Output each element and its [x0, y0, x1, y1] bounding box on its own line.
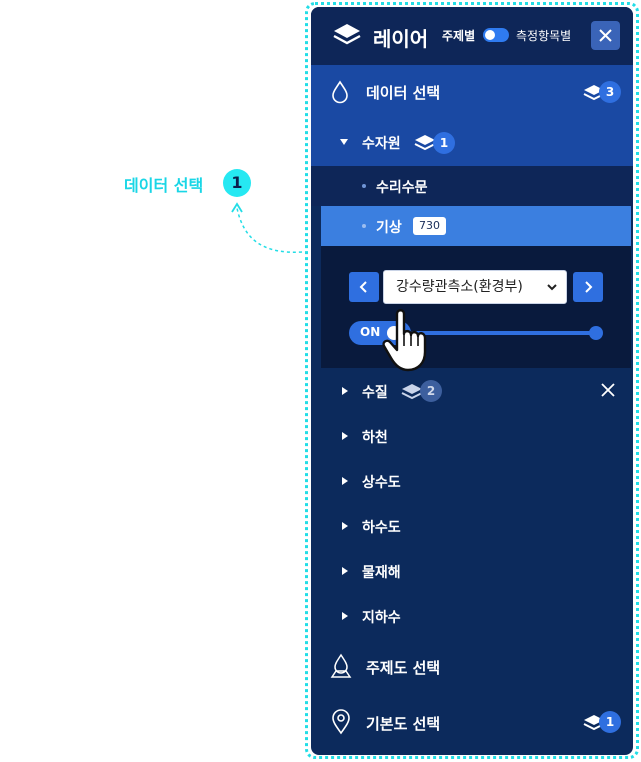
category-label: 하수도 [362, 520, 401, 536]
chevron-left-icon [359, 281, 367, 293]
sub-item-weather[interactable]: 기상 730 [321, 206, 631, 246]
category-label: 물재해 [362, 565, 401, 581]
layer-panel: 레이어 주제별 측정항목별 데이터 선택 3 수자원 1 수리수문 기상 730… [311, 7, 633, 755]
close-button[interactable] [591, 21, 620, 50]
callout-label: 데이터 선택 [124, 176, 204, 195]
category-label: 하천 [362, 430, 388, 446]
sub-item-hydrology[interactable]: 수리수문 [311, 166, 633, 206]
layers-logo-icon [333, 24, 361, 45]
section-base-select-label: 기본도 선택 [366, 715, 441, 733]
opacity-slider-handle[interactable] [589, 326, 603, 340]
mode-by-item-label[interactable]: 측정항목별 [516, 27, 571, 44]
category-sewerage[interactable]: 하수도 [311, 503, 633, 548]
section-data-select[interactable]: 데이터 선택 3 [311, 65, 633, 119]
mode-by-theme-label[interactable]: 주제별 [442, 27, 475, 44]
theme-map-icon [330, 653, 352, 678]
bullet-dot [362, 184, 366, 188]
mode-toggle[interactable] [483, 28, 509, 42]
category-label: 지하수 [362, 610, 401, 626]
section-theme-select-label: 주제도 선택 [366, 659, 441, 677]
panel-header: 레이어 주제별 측정항목별 [311, 7, 633, 65]
category-water[interactable]: 수자원 1 [311, 119, 633, 166]
chevron-right-icon [585, 281, 593, 293]
category-label: 수질 [362, 385, 388, 401]
category-water-disaster[interactable]: 물재해 [311, 548, 633, 593]
caret-right-icon [342, 387, 348, 395]
next-button[interactable] [573, 272, 603, 302]
caret-right-icon [342, 477, 348, 485]
data-select-count-badge: 3 [599, 81, 621, 103]
water-drop-icon [332, 80, 348, 104]
panel-title: 레이어 [373, 27, 429, 51]
section-theme-select[interactable]: 주제도 선택 [311, 638, 633, 693]
water-count-badge: 1 [433, 132, 455, 154]
on-toggle-label: ON [360, 325, 381, 339]
sub-item-label: 기상 [376, 220, 402, 236]
caret-right-icon [342, 567, 348, 575]
location-pin-icon [332, 709, 350, 735]
caret-right-icon [342, 612, 348, 620]
section-base-select[interactable]: 기본도 선택 1 [311, 693, 633, 751]
station-select-value: 강수량관측소(환경부) [396, 279, 523, 295]
category-river[interactable]: 하천 [311, 413, 633, 458]
callout-arrow-icon [231, 202, 303, 253]
base-select-count-badge: 1 [599, 711, 621, 733]
category-water-supply[interactable]: 상수도 [311, 458, 633, 503]
section-data-select-label: 데이터 선택 [366, 84, 441, 102]
chevron-down-icon [547, 284, 557, 291]
station-select[interactable]: 강수량관측소(환경부) [383, 270, 567, 304]
caret-right-icon [342, 432, 348, 440]
category-water-label: 수자원 [362, 136, 401, 152]
callout-number-badge: 1 [223, 169, 251, 197]
category-groundwater[interactable]: 지하수 [311, 593, 633, 638]
caret-down-icon [340, 139, 348, 145]
bullet-dot [362, 224, 366, 228]
water-quality-count-badge: 2 [420, 380, 442, 402]
caret-right-icon [342, 522, 348, 530]
close-icon [599, 29, 612, 42]
category-water-quality[interactable]: 수질 2 [311, 368, 633, 413]
weather-count-tag: 730 [413, 217, 446, 235]
close-icon[interactable] [600, 382, 616, 398]
weather-detail-panel: 강수량관측소(환경부) ON [321, 246, 631, 372]
sub-item-label: 수리수문 [376, 180, 428, 196]
prev-button[interactable] [349, 272, 379, 302]
pointer-hand-icon [382, 309, 427, 372]
category-label: 상수도 [362, 475, 401, 491]
